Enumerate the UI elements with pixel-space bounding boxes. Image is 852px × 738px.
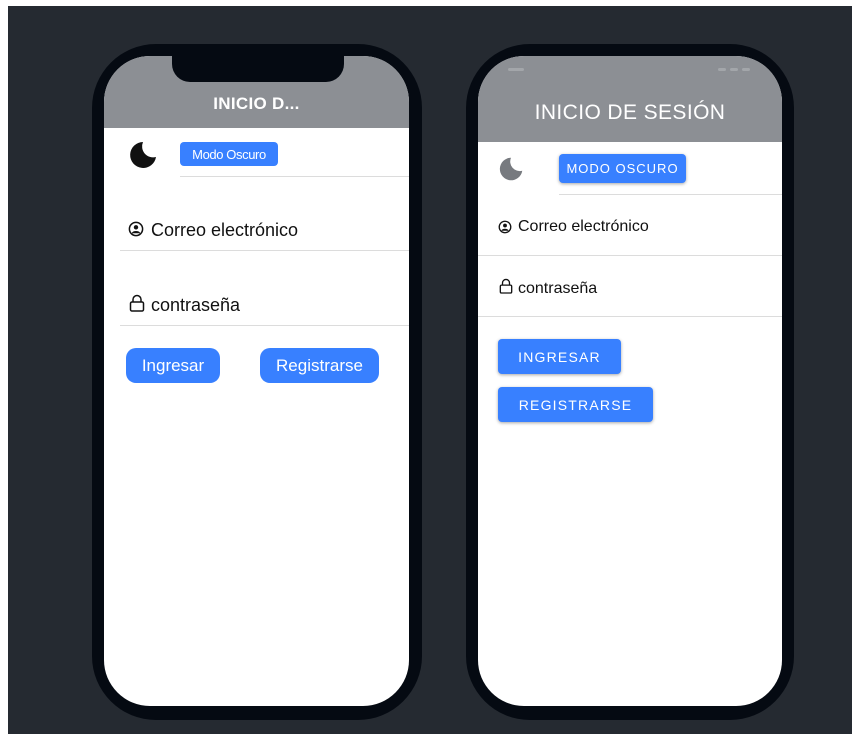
person-circle-icon — [128, 221, 144, 237]
ios-email-divider — [120, 250, 409, 251]
ios-toggle-divider — [180, 176, 409, 177]
android-login-button[interactable]: INGRESAR — [498, 339, 621, 374]
android-toggle-divider — [559, 194, 782, 195]
ios-password-input[interactable]: contraseña — [151, 294, 240, 316]
android-password-input[interactable]: contraseña — [518, 279, 597, 299]
lock-icon — [499, 278, 513, 294]
wifi-icon — [730, 68, 738, 71]
ios-login-button[interactable]: Ingresar — [126, 348, 220, 383]
ios-register-button[interactable]: Registrarse — [260, 348, 379, 383]
moon-icon — [128, 140, 158, 170]
moon-icon — [498, 156, 524, 182]
signal-icon — [718, 68, 726, 71]
android-page-title: INICIO DE SESIÓN — [534, 101, 726, 124]
iphone-notch — [172, 56, 344, 82]
android-email-divider — [478, 255, 782, 256]
ios-password-divider — [120, 325, 409, 326]
status-bar-time — [508, 68, 524, 71]
android-password-divider — [478, 316, 782, 317]
person-circle-icon — [498, 220, 512, 234]
android-header: INICIO DE SESIÓN — [478, 56, 782, 142]
android-dark-mode-toggle[interactable]: MODO OSCURO — [559, 154, 686, 183]
ios-page-title: INICIO D... — [213, 94, 300, 113]
android-email-input[interactable]: Correo electrónico — [518, 217, 649, 237]
iphone-screen: INICIO D... Modo Oscuro Correo electróni… — [104, 56, 409, 706]
android-screen: INICIO DE SESIÓN MODO OSCURO Correo elec… — [478, 56, 782, 706]
ios-email-input[interactable]: Correo electrónico — [151, 219, 298, 241]
ios-dark-mode-toggle[interactable]: Modo Oscuro — [180, 142, 278, 166]
android-register-button[interactable]: REGISTRARSE — [498, 387, 653, 422]
battery-icon — [742, 68, 750, 71]
lock-icon — [129, 294, 145, 312]
